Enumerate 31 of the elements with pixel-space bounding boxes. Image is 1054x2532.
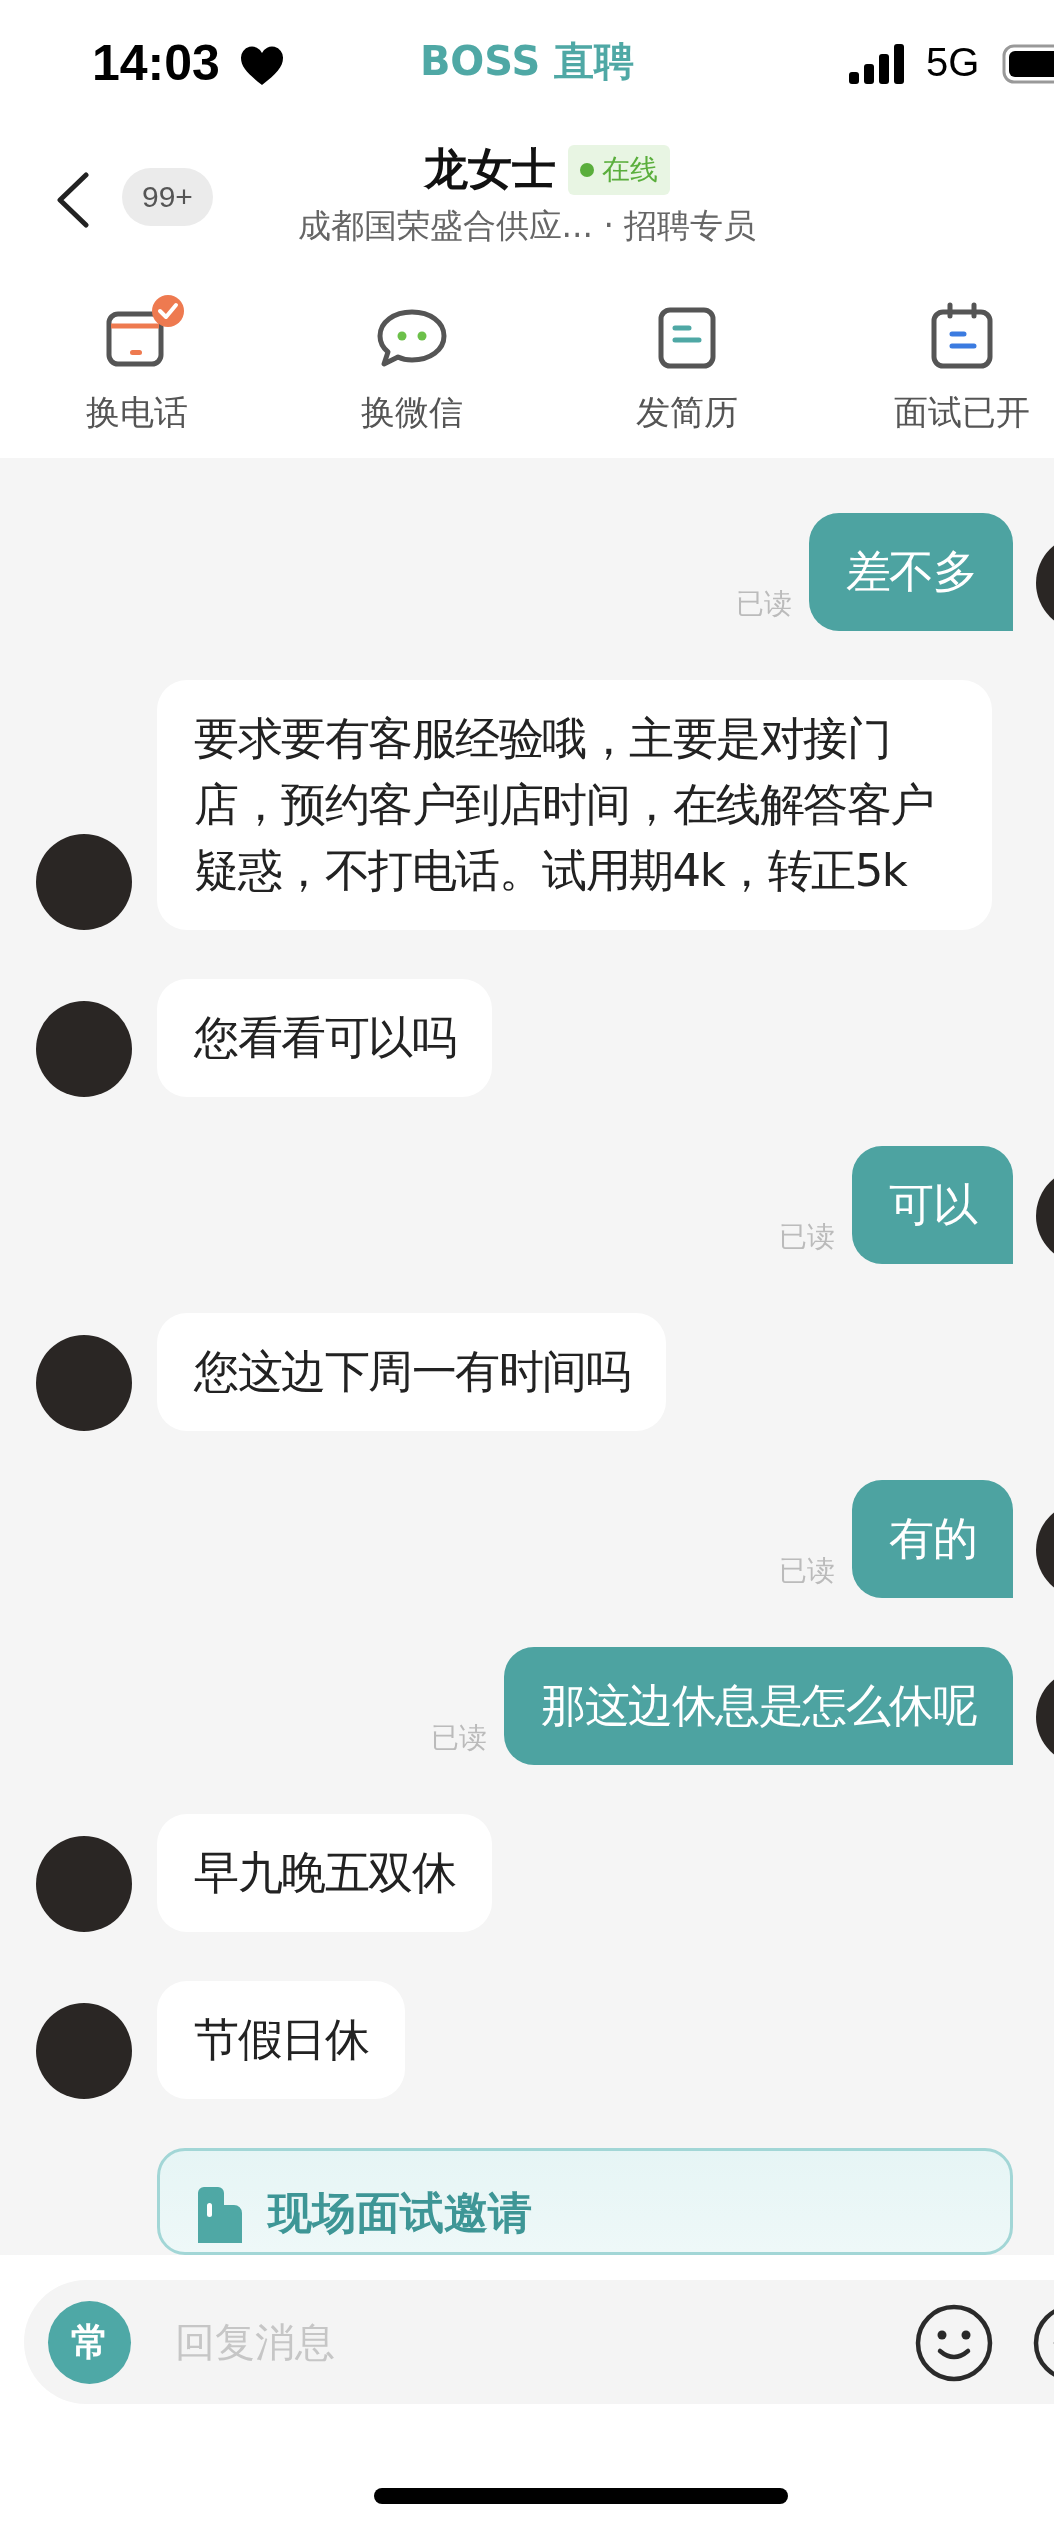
heart-icon (240, 46, 284, 86)
emoji-button[interactable] (914, 2303, 994, 2383)
read-status: 已读 (779, 1553, 835, 1589)
message-bubble: 节假日休 (157, 1981, 405, 2099)
card-title: 现场面试邀请 (268, 2187, 532, 2239)
message-bubble: 可以 (852, 1146, 1013, 1264)
calendar-icon (930, 302, 994, 370)
read-status: 已读 (735, 586, 792, 622)
message-bubble: 差不多 (808, 513, 1013, 631)
action-button[interactable]: 面试已开 (862, 298, 1054, 458)
message-bubble: 您这边下周一有时间吗 (157, 1313, 666, 1431)
network-label: 5G (926, 40, 980, 85)
message-bubble: 您看看可以吗 (157, 979, 492, 1097)
document-icon (657, 306, 717, 370)
message-bubble: 有的 (852, 1480, 1013, 1598)
unread-count-badge: 99+ (122, 168, 213, 226)
battery-icon (1002, 44, 1054, 84)
clock-time: 14:03 (92, 34, 220, 92)
action-button[interactable]: 发简历 (587, 298, 787, 458)
app-logo-text: BOSS 直聘 (419, 37, 635, 86)
contact-name: 龙女士 (424, 142, 556, 196)
read-status: 已读 (779, 1219, 835, 1255)
contact-subtitle: 成都国荣盛合供应... · 招聘专员 (296, 205, 758, 247)
message-bubble: 要求要有客服经验哦，主要是对接门店，预约客户到店时间，在线解答客户疑惑，不打电话。试用期4k，转正5k (157, 680, 992, 930)
online-status-badge: 在线 (568, 144, 670, 195)
signal-icon (849, 44, 906, 84)
message-bubble: 那这边休息是怎么休呢 (504, 1647, 1013, 1765)
read-status: 已读 (431, 1720, 487, 1756)
action-button[interactable]: 换电话 (37, 298, 237, 458)
action-button[interactable]: 换微信 (312, 298, 512, 458)
message-bubble: 早九晚五双休 (157, 1814, 492, 1932)
